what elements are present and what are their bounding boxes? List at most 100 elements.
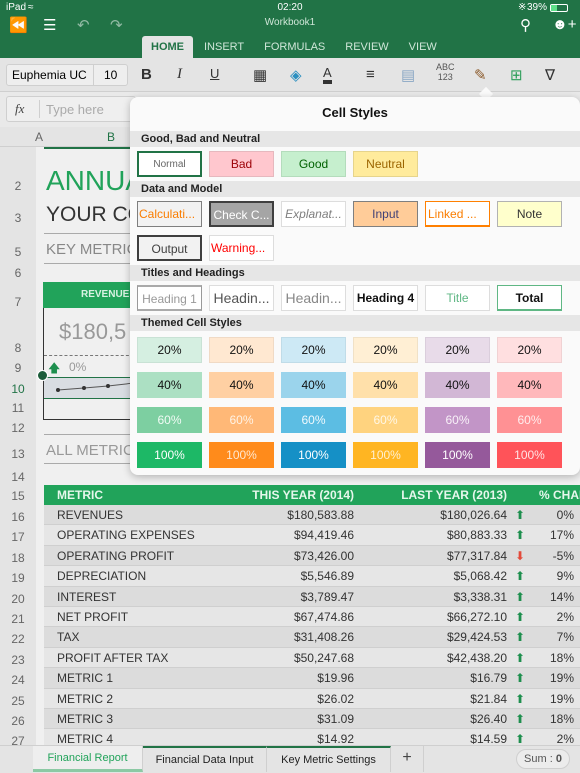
search-icon[interactable]: ⚲ (520, 16, 531, 34)
cell-style-heading-1[interactable]: Heading 1 (137, 285, 202, 311)
table-row[interactable]: DEPRECIATION $5,546.89 $5,068.42 ⬆ 9% (44, 566, 580, 587)
cell-style-40[interactable]: 40% (425, 372, 490, 398)
row-header[interactable]: 11 (0, 401, 36, 415)
this-year-cell[interactable]: $26.02 (218, 689, 354, 708)
last-year-cell[interactable]: $26.40 (354, 709, 507, 728)
last-year-cell[interactable]: $180,026.64 (354, 505, 507, 524)
table-row[interactable]: METRIC 2 $26.02 $21.84 ⬆ 19% (44, 688, 580, 709)
sum-indicator[interactable]: Sum : 0 (516, 749, 570, 769)
borders-icon[interactable]: ▦ (253, 66, 267, 84)
last-year-cell[interactable]: $5,068.42 (354, 566, 507, 585)
last-year-cell[interactable]: $16.79 (354, 668, 507, 687)
row-header[interactable]: 17 (0, 530, 36, 544)
cell-style-100[interactable]: 100% (497, 442, 562, 468)
bold-button[interactable]: B (141, 66, 152, 83)
row-header[interactable]: 5 (0, 245, 36, 259)
underline-button[interactable]: U (210, 66, 219, 81)
cell-style-good[interactable]: Good (281, 151, 346, 177)
cell-style-100[interactable]: 100% (425, 442, 490, 468)
change-cell[interactable]: 2% (533, 607, 580, 626)
cell-styles-icon[interactable]: ✎ (474, 66, 487, 84)
row-header[interactable]: 8 (0, 341, 36, 355)
cell-style-total[interactable]: Total (497, 285, 562, 311)
row-header[interactable]: 21 (0, 612, 36, 626)
italic-button[interactable]: I (177, 66, 182, 83)
this-year-cell[interactable]: $73,426.00 (218, 546, 354, 565)
cell-style-20[interactable]: 20% (353, 337, 418, 363)
font-size[interactable]: 10 (94, 65, 127, 85)
cell-style-warning[interactable]: Warning... (209, 235, 274, 261)
col-header-a[interactable]: A (35, 130, 43, 144)
fill-color-icon[interactable]: ◈ (290, 66, 302, 84)
cell-style-100[interactable]: 100% (137, 442, 202, 468)
cell-style-calculati[interactable]: Calculati... (137, 201, 202, 227)
row-header[interactable]: 14 (0, 470, 36, 484)
cell-style-40[interactable]: 40% (497, 372, 562, 398)
header-metric[interactable]: METRIC (44, 485, 218, 505)
formula-input[interactable]: Type here (46, 102, 104, 117)
last-year-cell[interactable]: $66,272.10 (354, 607, 507, 626)
share-user-icon[interactable]: ☻+ (552, 16, 577, 33)
sparkline-cell[interactable] (44, 377, 135, 399)
cell-style-check-c[interactable]: Check C... (209, 201, 274, 227)
table-row[interactable]: METRIC 1 $19.96 $16.79 ⬆ 19% (44, 668, 580, 689)
cell-style-headin[interactable]: Headin... (281, 285, 346, 311)
row-header[interactable]: 7 (0, 295, 36, 309)
cell-style-60[interactable]: 60% (137, 407, 202, 433)
change-cell[interactable]: -5% (533, 546, 580, 565)
cell-style-60[interactable]: 60% (209, 407, 274, 433)
row-header[interactable]: 26 (0, 714, 36, 728)
change-cell[interactable]: 7% (533, 627, 580, 646)
change-cell[interactable]: 19% (533, 689, 580, 708)
tab-view[interactable]: VIEW (400, 36, 446, 58)
row-header[interactable]: 25 (0, 694, 36, 708)
sort-filter-icon[interactable]: ∇ (545, 66, 555, 84)
row-header[interactable]: 12 (0, 421, 36, 435)
font-picker[interactable]: Euphemia UC 10 (6, 64, 128, 86)
change-cell[interactable]: 9% (533, 566, 580, 585)
tab-formulas[interactable]: FORMULAS (255, 36, 334, 58)
cell-style-100[interactable]: 100% (353, 442, 418, 468)
row-header[interactable]: 23 (0, 653, 36, 667)
row-header[interactable]: 24 (0, 673, 36, 687)
last-year-cell[interactable]: $3,338.31 (354, 587, 507, 606)
table-row[interactable]: PROFIT AFTER TAX $50,247.68 $42,438.20 ⬆ 18% (44, 647, 580, 669)
header-trend[interactable] (507, 485, 533, 505)
metric-cell[interactable]: OPERATING EXPENSES (44, 525, 218, 544)
cell-style-normal[interactable]: Normal (137, 151, 202, 177)
table-row[interactable]: INTEREST $3,789.47 $3,338.31 ⬆ 14% (44, 586, 580, 607)
cell-style-40[interactable]: 40% (281, 372, 346, 398)
table-row[interactable]: OPERATING PROFIT $73,426.00 $77,317.84 ⬇ -5% (44, 545, 580, 567)
cell-style-neutral[interactable]: Neutral (353, 151, 418, 177)
row-header[interactable]: 3 (0, 211, 36, 225)
metric-cell[interactable]: REVENUES (44, 505, 218, 524)
row-header[interactable]: 22 (0, 632, 36, 646)
tab-home[interactable]: HOME (142, 36, 193, 58)
table-row[interactable]: METRIC 3 $31.09 $26.40 ⬆ 18% (44, 708, 580, 730)
cell-style-explanat[interactable]: Explanat... (281, 201, 346, 227)
align-icon[interactable]: ≡ (366, 66, 375, 83)
selection-handle[interactable] (37, 370, 48, 381)
row-header[interactable]: 9 (0, 361, 36, 375)
this-year-cell[interactable]: $31.09 (218, 709, 354, 728)
cell-style-input[interactable]: Input (353, 201, 418, 227)
cell-style-20[interactable]: 20% (281, 337, 346, 363)
last-year-cell[interactable]: $80,883.33 (354, 525, 507, 544)
row-header[interactable]: 6 (0, 266, 36, 280)
cell-style-heading-4[interactable]: Heading 4 (353, 285, 418, 311)
cell-style-20[interactable]: 20% (497, 337, 562, 363)
cell-style-60[interactable]: 60% (497, 407, 562, 433)
add-sheet-button[interactable]: + (391, 746, 424, 772)
tab-insert[interactable]: INSERT (195, 36, 253, 58)
cell-style-40[interactable]: 40% (209, 372, 274, 398)
table-row[interactable]: TAX $31,408.26 $29,424.53 ⬆ 7% (44, 627, 580, 648)
this-year-cell[interactable]: $94,419.46 (218, 525, 354, 544)
last-year-cell[interactable]: $42,438.20 (354, 648, 507, 667)
row-header[interactable]: 2 (0, 179, 36, 193)
metric-cell[interactable]: INTEREST (44, 587, 218, 606)
header-change[interactable]: % CHANGE (533, 485, 580, 505)
number-format-button[interactable]: ABC 123 (436, 62, 455, 82)
table-row[interactable]: OPERATING EXPENSES $94,419.46 $80,883.33 ⬆ 1… (44, 525, 580, 546)
row-header[interactable]: 10 (0, 382, 36, 396)
metric-cell[interactable]: METRIC 1 (44, 668, 218, 687)
